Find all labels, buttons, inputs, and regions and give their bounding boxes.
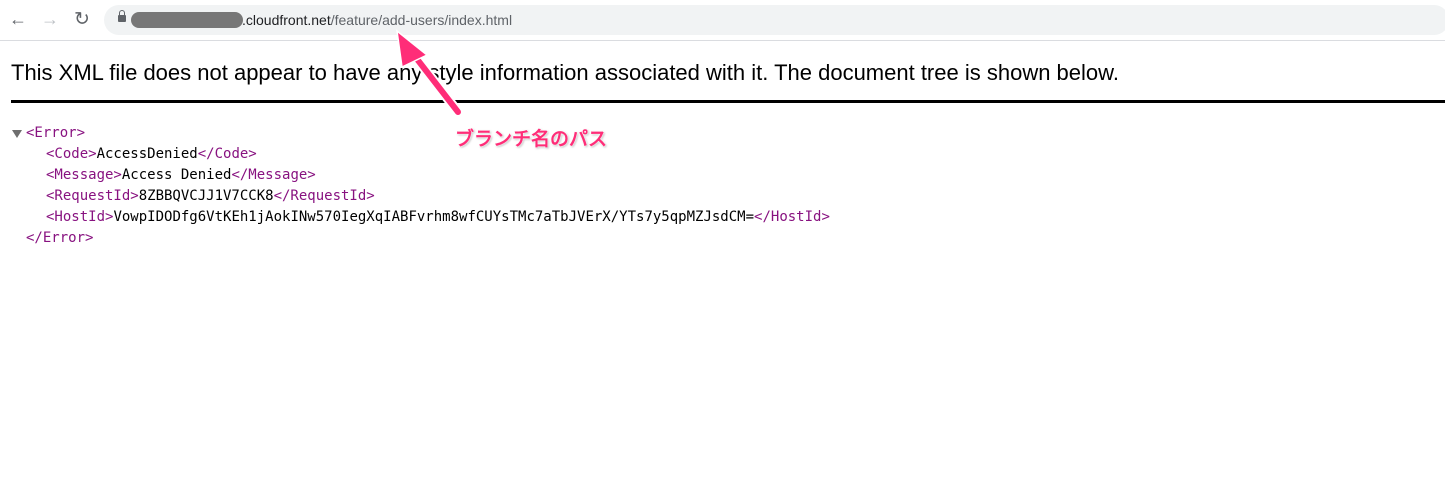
annotation-label: ブランチ名のパス [455,129,608,150]
annotation-arrow [395,29,463,117]
